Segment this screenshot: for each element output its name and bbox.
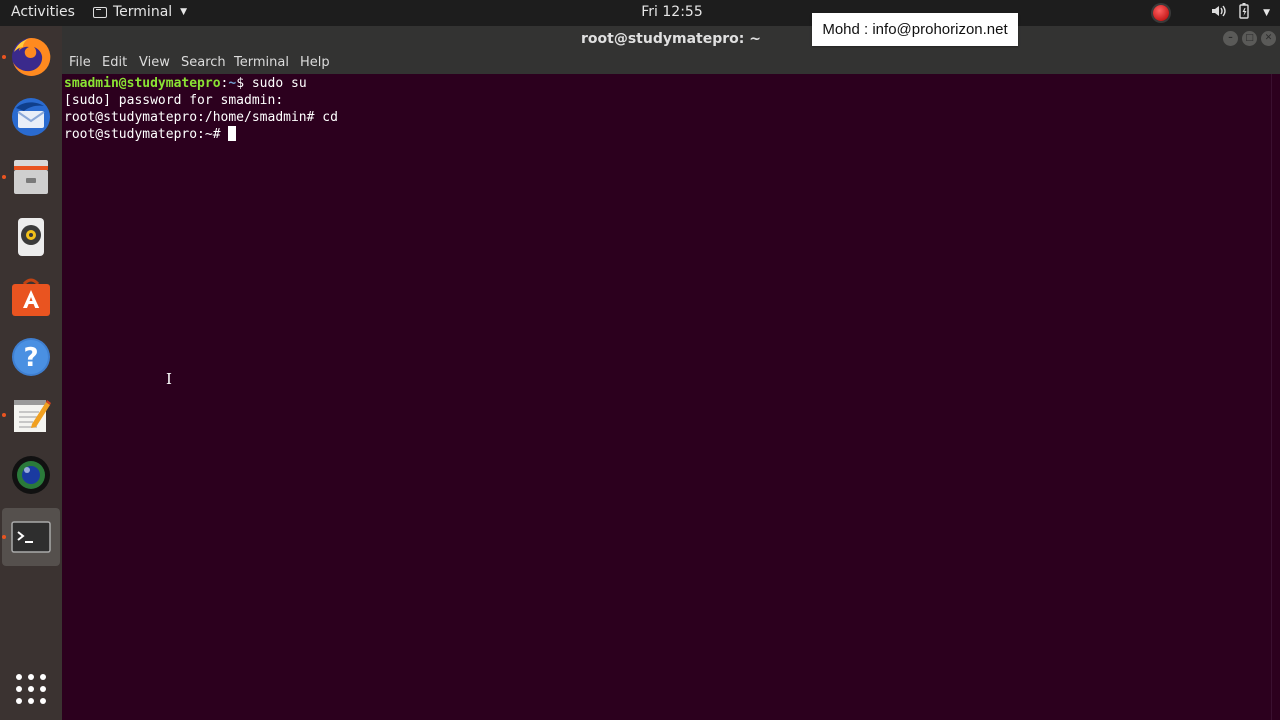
- battery-icon[interactable]: [1239, 3, 1249, 23]
- menu-bar: File Edit View Search Terminal Help: [62, 52, 1280, 74]
- files-icon[interactable]: [10, 156, 52, 198]
- minimize-icon[interactable]: –: [1223, 31, 1238, 46]
- terminal-line: root@studymatepro:~#: [64, 126, 237, 143]
- rhythmbox-icon[interactable]: [10, 216, 52, 258]
- menu-view[interactable]: View: [139, 55, 170, 70]
- terminal-line: root@studymatepro:/home/smadmin# cd: [64, 110, 338, 125]
- record-icon[interactable]: [1153, 5, 1170, 21]
- terminal-icon[interactable]: [2, 508, 60, 566]
- system-tray[interactable]: ▼: [1153, 3, 1270, 23]
- running-indicator: [2, 413, 6, 417]
- mouse-ibeam-icon: I: [166, 370, 172, 388]
- software-center-icon[interactable]: [10, 276, 52, 318]
- firefox-icon[interactable]: [10, 36, 52, 78]
- show-applications-icon[interactable]: [16, 674, 46, 704]
- volume-icon[interactable]: [1211, 4, 1227, 22]
- terminal-line: [sudo] password for smadmin:: [64, 93, 284, 108]
- menu-terminal[interactable]: Terminal: [234, 55, 289, 70]
- system-menu-chevron-icon[interactable]: ▼: [1263, 8, 1270, 18]
- maximize-icon[interactable]: □: [1242, 31, 1257, 46]
- running-indicator: [2, 55, 6, 59]
- menu-file[interactable]: File: [69, 55, 91, 70]
- menu-edit[interactable]: Edit: [102, 55, 127, 70]
- terminal-window: root@studymatepro: ~ – □ ✕ File Edit Vie…: [62, 26, 1280, 720]
- terminal-output[interactable]: smadmin@studymatepro:~$ sudo su [sudo] p…: [62, 74, 1272, 720]
- dock: ?: [0, 26, 62, 720]
- svg-text:?: ?: [23, 343, 38, 373]
- top-bar: Activities Terminal ▼ Fri 12:55 ▼: [0, 0, 1280, 26]
- running-indicator: [2, 535, 6, 539]
- running-indicator: [2, 175, 6, 179]
- clock[interactable]: Fri 12:55: [0, 4, 1280, 20]
- shotwell-icon[interactable]: [10, 454, 52, 496]
- menu-search[interactable]: Search: [181, 55, 226, 70]
- help-icon[interactable]: ?: [10, 336, 52, 378]
- window-controls: – □ ✕: [1223, 31, 1276, 46]
- terminal-line: smadmin@studymatepro:~$ sudo su: [64, 76, 307, 91]
- window-title: root@studymatepro: ~: [581, 31, 761, 47]
- text-editor-icon[interactable]: [10, 394, 52, 436]
- title-bar[interactable]: root@studymatepro: ~ – □ ✕: [62, 26, 1280, 52]
- contact-overlay: Mohd : info@prohorizon.net: [812, 13, 1018, 46]
- text-cursor: [228, 126, 237, 141]
- scrollbar[interactable]: [1271, 74, 1280, 720]
- menu-help[interactable]: Help: [300, 55, 330, 70]
- close-icon[interactable]: ✕: [1261, 31, 1276, 46]
- thunderbird-icon[interactable]: [10, 96, 52, 138]
